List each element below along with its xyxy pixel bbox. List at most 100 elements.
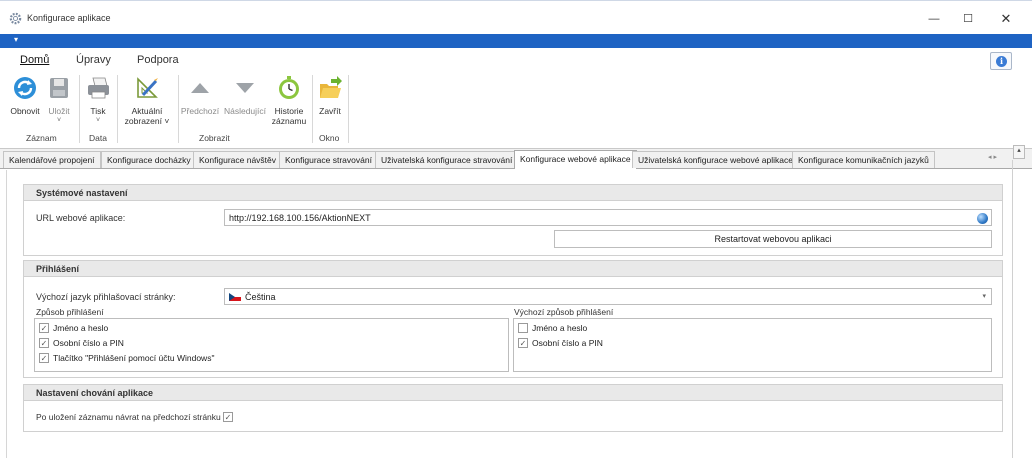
group-separator	[348, 75, 349, 143]
login-method-label: Tlačítko "Přihlášení pomocí účtu Windows…	[53, 353, 215, 363]
checkbox[interactable]	[518, 322, 528, 333]
previous-button[interactable]: Předchozí	[180, 75, 220, 116]
tab-konfigurace-navstev[interactable]: Konfigurace návštěv	[193, 151, 283, 168]
group-label-zaznam: Záznam	[26, 133, 57, 143]
system-settings-header: Systémové nastavení	[24, 185, 1002, 201]
login-method-item[interactable]: ✓ Osobní číslo a PIN	[39, 337, 124, 349]
quick-access-bar: ▾	[0, 34, 1032, 48]
printer-icon	[88, 77, 109, 99]
restart-web-app-button[interactable]: Restartovat webovou aplikaci	[554, 230, 992, 248]
behavior-header: Nastavení chování aplikace	[24, 385, 1002, 401]
login-language-value: Čeština	[245, 292, 276, 302]
print-caret: ˅	[95, 117, 101, 124]
url-value: http://192.168.100.156/AktionNEXT	[229, 213, 371, 223]
group-separator	[117, 75, 118, 143]
default-method-label: Jméno a heslo	[532, 323, 588, 333]
tab-konfigurace-komunikacnich-jazyku[interactable]: Konfigurace komunikačních jazyků	[792, 151, 935, 168]
login-method-label: Jméno a heslo	[53, 323, 109, 333]
next-button[interactable]: Následující	[223, 75, 267, 116]
behavior-section: Nastavení chování aplikace Po uložení zá…	[23, 384, 1003, 432]
content-area: Systémové nastavení URL webové aplikace:…	[6, 170, 1012, 458]
save-button[interactable]: Uložit ˅	[44, 75, 74, 126]
tab-konfigurace-stravovani[interactable]: Konfigurace stravování	[279, 151, 378, 168]
tab-upravy[interactable]: Úpravy	[76, 54, 111, 66]
url-input[interactable]: http://192.168.100.156/AktionNEXT	[224, 209, 992, 226]
tab-kalendarove-propojeni[interactable]: Kalendářové propojení	[3, 151, 101, 168]
print-button[interactable]: Tisk ˅	[83, 75, 113, 126]
folder-exit-icon	[320, 76, 342, 98]
refresh-button[interactable]: Obnovit	[8, 75, 42, 116]
tab-uzivatelska-konfigurace-webove-aplikace[interactable]: Uživatelská konfigurace webové aplikace	[632, 151, 799, 168]
default-method-item[interactable]: Jméno a heslo	[518, 322, 588, 334]
arrow-down-icon	[236, 83, 254, 93]
save-label: Uložit	[48, 106, 70, 116]
return-after-save-checkbox[interactable]: ✓	[223, 412, 233, 422]
scrollbar-track[interactable]	[1012, 160, 1013, 458]
close-button[interactable]: Zavřít	[315, 75, 345, 116]
default-method-label: Osobní číslo a PIN	[532, 338, 603, 348]
group-separator	[79, 75, 80, 143]
checkbox[interactable]: ✓	[518, 337, 528, 348]
quick-access-dropdown[interactable]: ▾	[14, 35, 18, 44]
window-title: Konfigurace aplikace	[27, 13, 111, 23]
info-button[interactable]: i	[990, 52, 1012, 70]
tab-konfigurace-dochazky[interactable]: Konfigurace docházky	[101, 151, 197, 168]
current-view-label-2: zobrazení ˅	[124, 116, 170, 126]
group-label-zobrazit: Zobrazit	[199, 133, 230, 143]
scrollbar-up-button[interactable]: ▴	[1013, 145, 1025, 159]
history-button[interactable]: Historie záznamu	[269, 75, 309, 126]
save-caret: ˅	[56, 117, 62, 124]
tab-uzivatelska-konfigurace-stravovani[interactable]: Uživatelská konfigurace stravování	[375, 151, 519, 168]
clock-icon	[279, 76, 299, 99]
title-bar: Konfigurace aplikace — ☐ ✕	[0, 0, 1032, 34]
save-icon	[50, 78, 68, 98]
tab-scroll-arrows[interactable]: ◂ ▸	[988, 153, 997, 161]
login-method-item[interactable]: ✓ Jméno a heslo	[39, 322, 109, 334]
current-view-button[interactable]: Aktuální zobrazení ˅	[120, 75, 174, 126]
login-method-item[interactable]: ✓ Tlačítko "Přihlášení pomocí účtu Window…	[39, 352, 215, 364]
login-section: Přihlášení Výchozí jazyk přihlašovací st…	[23, 260, 1003, 378]
current-view-label-1: Aktuální	[131, 106, 163, 116]
close-window-button[interactable]: ✕	[996, 9, 1016, 29]
refresh-icon	[14, 77, 36, 99]
print-label: Tisk	[90, 106, 106, 116]
previous-label: Předchozí	[180, 106, 220, 116]
login-language-select[interactable]: Čeština ▾	[224, 288, 992, 305]
checkbox[interactable]: ✓	[39, 352, 49, 363]
minimize-button[interactable]: —	[924, 9, 944, 29]
next-label: Následující	[223, 106, 267, 116]
info-icon: i	[996, 56, 1007, 67]
maximize-button[interactable]: ☐	[958, 9, 978, 29]
history-label-1: Historie	[274, 106, 304, 116]
login-language-label: Výchozí jazyk přihlašovací stránky:	[36, 292, 176, 302]
login-header: Přihlášení	[24, 261, 1002, 277]
czech-flag-icon	[229, 292, 241, 301]
tab-podpora[interactable]: Podpora	[137, 54, 179, 66]
globe-icon[interactable]	[977, 213, 988, 224]
group-separator	[312, 75, 313, 143]
tab-konfigurace-webove-aplikace[interactable]: Konfigurace webové aplikace	[514, 150, 637, 169]
system-settings-section: Systémové nastavení URL webové aplikace:…	[23, 184, 1003, 256]
gear-icon	[9, 12, 22, 25]
default-login-label: Výchozí způsob přihlášení	[514, 307, 614, 317]
ribbon-tabs: Domů Úpravy Podpora	[0, 48, 1032, 71]
refresh-label: Obnovit	[10, 106, 40, 116]
chevron-down-icon: ▾	[982, 293, 986, 300]
tab-domu[interactable]: Domů	[20, 54, 49, 66]
checkbox[interactable]: ✓	[39, 322, 49, 333]
login-methods-label: Způsob přihlášení	[36, 307, 104, 317]
document-tabs: Kalendářové propojení Konfigurace docház…	[0, 149, 1032, 169]
close-label: Zavřít	[319, 106, 341, 116]
group-separator	[178, 75, 179, 143]
checkbox[interactable]: ✓	[39, 337, 49, 348]
history-label-2: záznamu	[271, 116, 307, 126]
group-label-okno: Okno	[319, 133, 340, 143]
default-method-item[interactable]: ✓ Osobní číslo a PIN	[518, 337, 603, 349]
login-methods-list: ✓ Jméno a heslo ✓ Osobní číslo a PIN ✓ Tlač…	[34, 318, 509, 372]
return-after-save-label: Po uložení záznamu návrat na předchozí s…	[36, 412, 221, 422]
ribbon: Obnovit Uložit ˅ Tisk ˅ Aktuální zobraze…	[0, 71, 1032, 149]
url-label: URL webové aplikace:	[36, 213, 126, 223]
login-method-label: Osobní číslo a PIN	[53, 338, 124, 348]
arrow-up-icon	[191, 83, 209, 93]
group-label-data: Data	[89, 133, 107, 143]
